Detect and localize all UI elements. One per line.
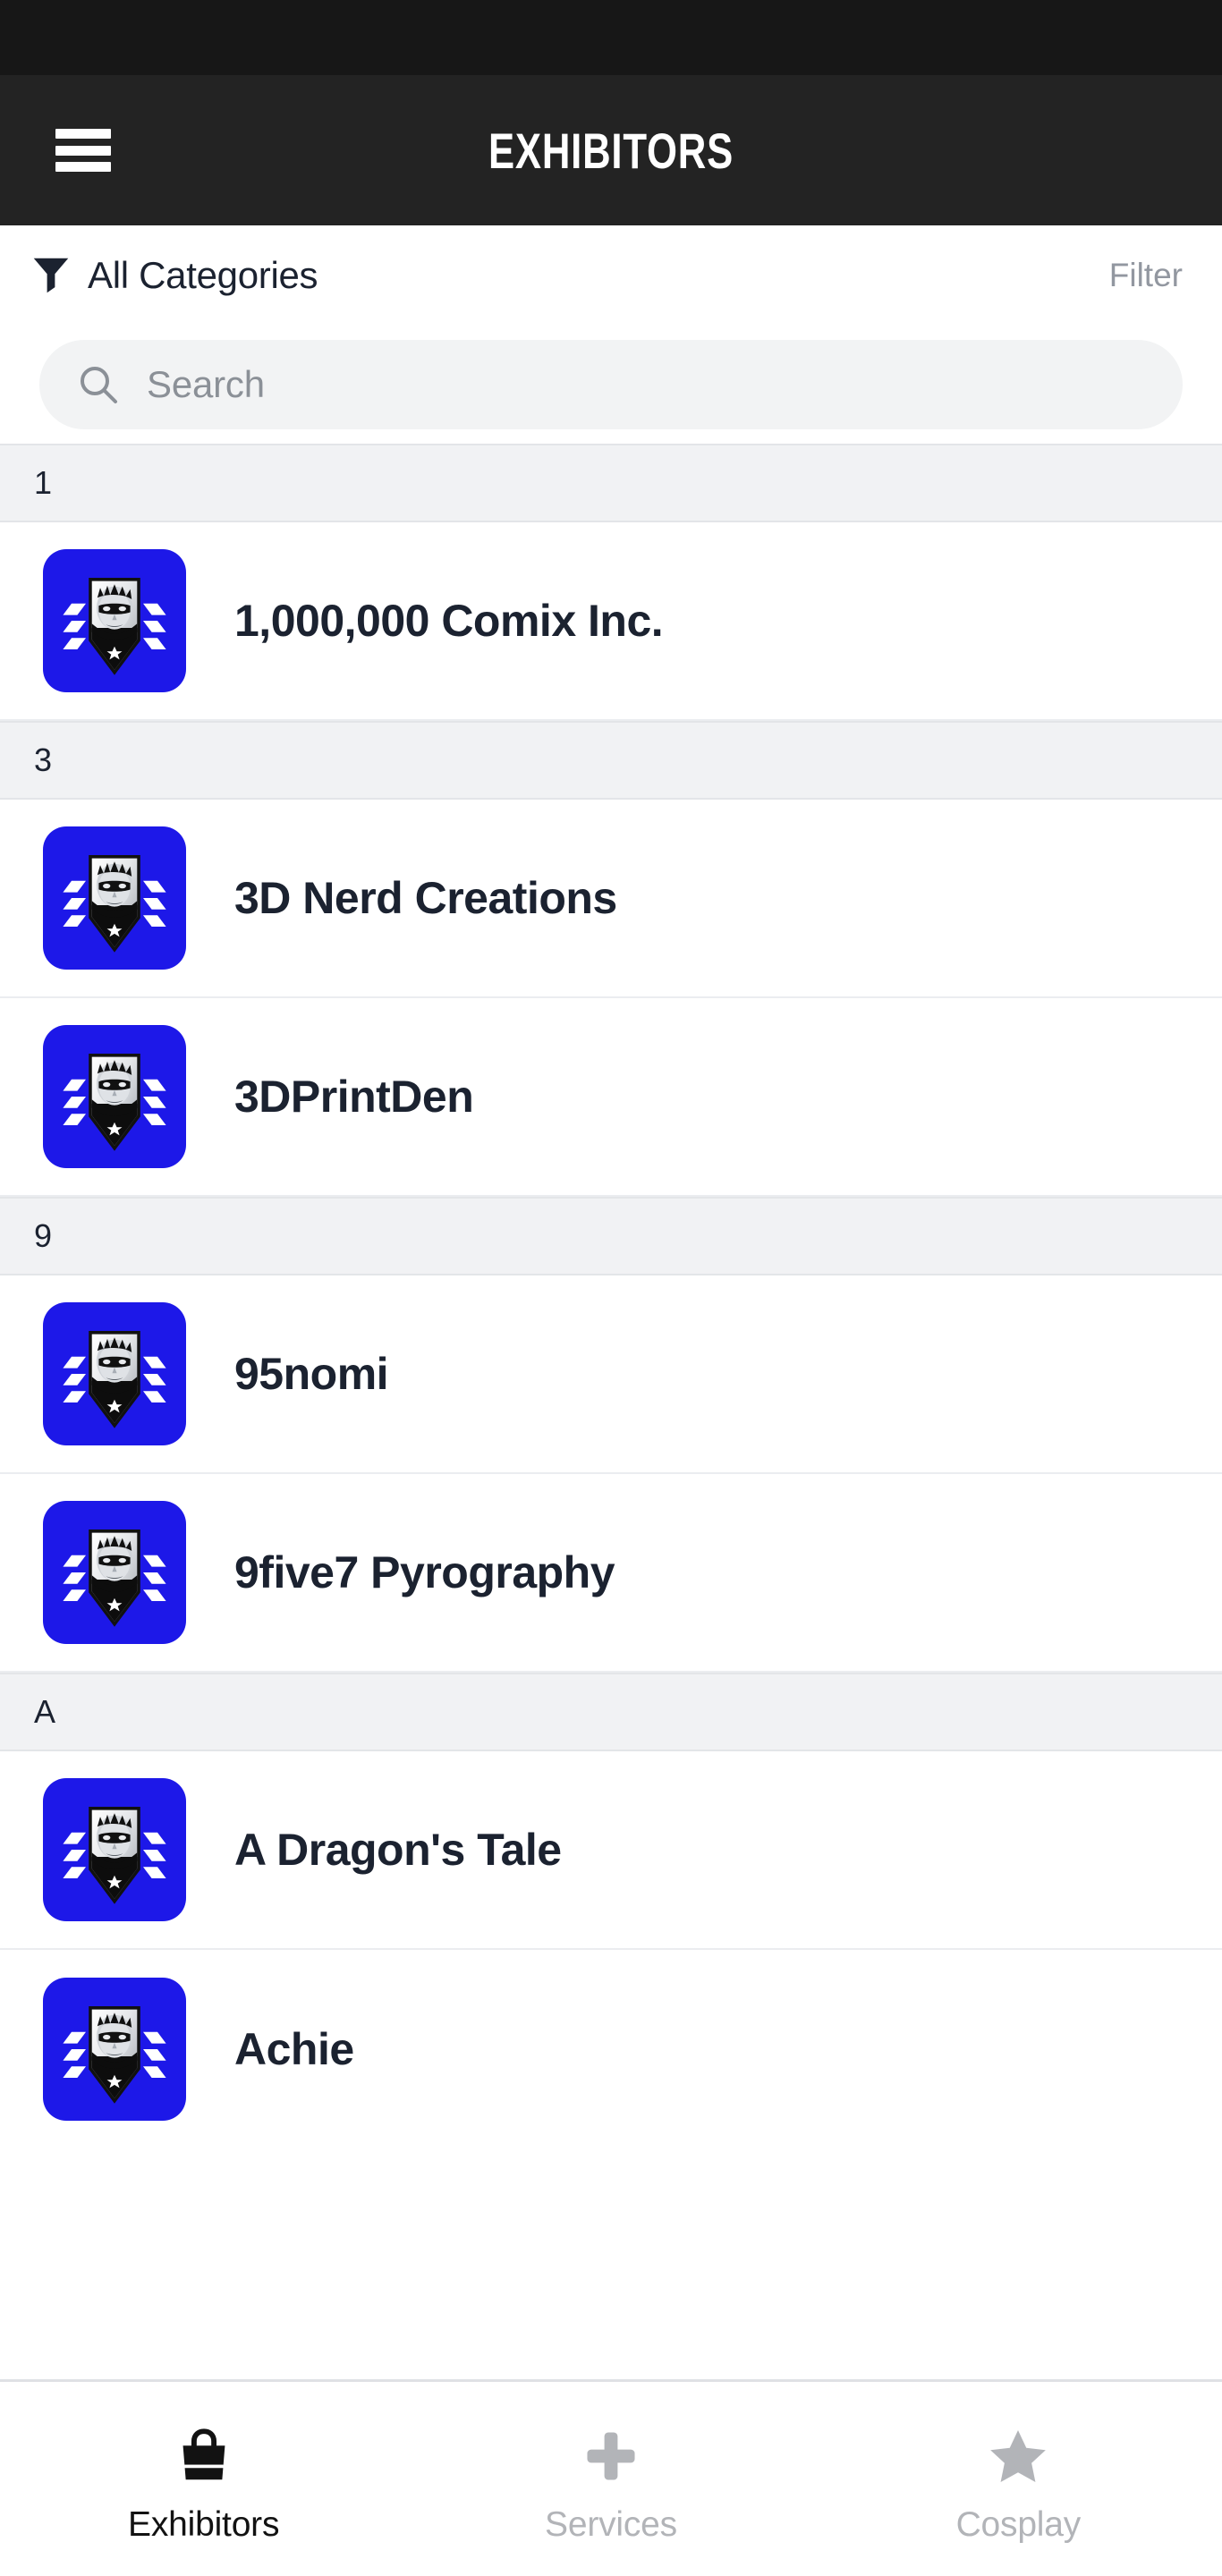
list-item[interactable]: Achie	[0, 1950, 1222, 2148]
exhibitor-shield-logo	[63, 855, 166, 953]
exhibitor-logo	[43, 826, 186, 970]
exhibitor-name: 9five7 Pyrography	[234, 1547, 615, 1597]
search-icon	[81, 367, 117, 403]
search-area: Search	[0, 326, 1222, 444]
section-header: 3	[0, 721, 1222, 800]
exhibitor-logo	[43, 1501, 186, 1644]
exhibitor-shield-logo	[63, 1331, 166, 1428]
list-item[interactable]: A Dragon's Tale	[0, 1751, 1222, 1950]
plus-icon	[587, 2431, 635, 2480]
list-item[interactable]: 3DPrintDen	[0, 998, 1222, 1197]
hamburger-bar-2	[55, 145, 111, 156]
category-filter-label: All Categories	[88, 254, 318, 296]
exhibitor-list[interactable]: 1 1,000,000 Comix Inc. 3 3D Nerd Creatio…	[0, 444, 1222, 2379]
tab-services[interactable]: Services	[407, 2382, 814, 2576]
exhibitor-shield-logo	[63, 1807, 166, 1904]
exhibitor-name: Achie	[234, 2024, 354, 2074]
search-placeholder: Search	[147, 363, 265, 405]
filter-button[interactable]: Filter	[1109, 257, 1183, 294]
exhibitor-logo	[43, 1778, 186, 1921]
exhibitor-shield-logo	[63, 578, 166, 675]
status-bar	[0, 0, 1222, 75]
exhibitor-shield-logo	[63, 2006, 166, 2104]
exhibitor-logo	[43, 549, 186, 692]
exhibitor-name: A Dragon's Tale	[234, 1825, 562, 1875]
exhibitor-name: 3D Nerd Creations	[234, 873, 617, 923]
tab-exhibitors[interactable]: Exhibitors	[0, 2382, 407, 2576]
hamburger-menu-icon[interactable]	[55, 129, 111, 172]
page-title: EXHIBITORS	[488, 122, 734, 179]
section-header-label: 1	[34, 464, 53, 501]
exhibitor-logo	[43, 1025, 186, 1168]
list-item[interactable]: 9five7 Pyrography	[0, 1474, 1222, 1673]
filter-bar: All Categories Filter	[0, 225, 1222, 326]
tab-cosplay[interactable]: Cosplay	[815, 2382, 1222, 2576]
search-input[interactable]: Search	[39, 340, 1183, 429]
exhibitor-shield-logo	[63, 1530, 166, 1627]
tab-label: Cosplay	[955, 2504, 1082, 2544]
section-header-label: A	[34, 1693, 56, 1730]
section-header: A	[0, 1673, 1222, 1751]
exhibitor-name: 95nomi	[234, 1349, 389, 1399]
category-filter-button[interactable]: All Categories	[32, 254, 318, 297]
hamburger-bar-3	[55, 162, 111, 172]
status-bar-text	[240, 0, 258, 14]
section-header-label: 3	[34, 741, 53, 778]
tab-label: Exhibitors	[128, 2504, 280, 2544]
section-header: 9	[0, 1197, 1222, 1275]
bottom-tab-bar: Exhibitors Services Cosplay	[0, 2379, 1222, 2576]
list-item[interactable]: 95nomi	[0, 1275, 1222, 1474]
exhibitor-name: 1,000,000 Comix Inc.	[234, 596, 664, 646]
exhibitor-shield-logo	[63, 1054, 166, 1151]
exhibitor-logo	[43, 1978, 186, 2121]
exhibitor-name: 3DPrintDen	[234, 1072, 474, 1122]
shopping-bag-icon	[182, 2428, 225, 2479]
exhibitor-logo	[43, 1302, 186, 1445]
section-header: 1	[0, 444, 1222, 522]
section-header-label: 9	[34, 1217, 53, 1254]
app-screen: EXHIBITORS All Categories Filter Search …	[0, 0, 1222, 2576]
star-icon	[990, 2429, 1047, 2482]
list-item[interactable]: 1,000,000 Comix Inc.	[0, 522, 1222, 721]
list-item[interactable]: 3D Nerd Creations	[0, 800, 1222, 998]
tab-label: Services	[545, 2504, 677, 2544]
app-bar: EXHIBITORS	[0, 75, 1222, 225]
hamburger-bar-1	[55, 129, 111, 139]
funnel-icon	[33, 258, 69, 293]
